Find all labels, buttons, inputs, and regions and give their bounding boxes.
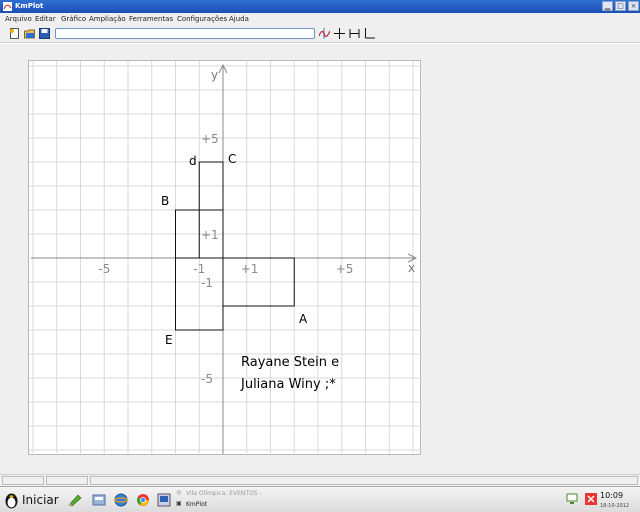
task-kmplot[interactable]: ▣ KmPlot [176, 500, 296, 511]
x-axis-label: x [408, 261, 415, 275]
status-cell-1 [2, 476, 44, 485]
note-line-1: Rayane Stein e [241, 355, 339, 370]
x-tick-label: -5 [98, 262, 110, 276]
x-tick-label: +5 [336, 262, 354, 276]
alert-tray-icon[interactable] [584, 492, 598, 506]
tick-labels: -5 -1 +1 +5 +5 +1 -1 -5 [98, 132, 353, 386]
minimize-button[interactable]: ▁ [602, 1, 613, 11]
point-label-c: C [228, 152, 236, 166]
menu-ferramentas[interactable]: Ferramentas [129, 15, 173, 23]
open-file-icon[interactable] [24, 28, 35, 39]
taskbar: Iniciar ◍ Vila Olímpica: EVENTOS - ▣ KmP… [0, 486, 640, 512]
plot-function-icon[interactable] [319, 28, 330, 39]
axes-l-icon[interactable] [364, 28, 375, 39]
menu-ampliacao[interactable]: Ampliação [89, 15, 126, 23]
quicklaunch-globe-icon[interactable] [114, 493, 128, 507]
close-button[interactable]: × [628, 1, 639, 11]
point-label-b: B [161, 194, 169, 208]
y-tick-label: +1 [201, 228, 219, 242]
save-file-icon[interactable] [39, 28, 50, 39]
y-tick-label: -1 [201, 276, 213, 290]
network-tray-icon[interactable] [565, 492, 579, 506]
task-kmplot-label: KmPlot [186, 501, 208, 508]
start-button[interactable]: Iniciar [0, 488, 62, 512]
rectangles [175, 161, 295, 331]
plot-area[interactable]: x y -5 -1 +1 +5 +5 +1 -1 -5 A B C d E Rayane St… [28, 60, 422, 456]
menu-ajuda[interactable]: Ajuda [229, 15, 249, 23]
browser-task-icon: ◍ [176, 489, 182, 496]
start-label: Iniciar [22, 493, 59, 507]
kmplot-window: KmPlot ▁ □ × Arquivo Editar Gráfico Ampl… [0, 0, 640, 512]
quicklaunch-files-icon[interactable] [92, 493, 106, 507]
point-label-d: d [189, 154, 197, 168]
x-tick-label: +1 [241, 262, 259, 276]
new-file-icon[interactable] [9, 28, 20, 39]
window-title: KmPlot [15, 2, 44, 10]
crosshair-icon[interactable] [334, 28, 345, 39]
kmplot-app-icon [3, 2, 12, 11]
menu-editar[interactable]: Editar [35, 15, 56, 23]
menu-grafico[interactable]: Gráfico [61, 15, 86, 23]
y-tick-label: +5 [201, 132, 219, 146]
penguin-icon [5, 493, 18, 509]
note-line-2: Juliana Winy ;* [240, 377, 336, 392]
clock-time[interactable]: 10:09 [600, 491, 623, 500]
y-axis-label: y [211, 68, 218, 82]
axes-mode-icon[interactable] [349, 28, 360, 39]
status-cell-3 [90, 476, 638, 485]
quicklaunch-pencil-icon[interactable] [68, 493, 82, 507]
status-bar [0, 474, 640, 486]
toolbar [0, 25, 640, 43]
menu-arquivo[interactable]: Arquivo [5, 15, 32, 23]
task-browser-label: Vila Olímpica: EVENTOS - [186, 490, 262, 497]
x-tick-label: -1 [193, 262, 205, 276]
quicklaunch-chrome-icon[interactable] [136, 493, 150, 507]
kmplot-task-icon: ▣ [176, 500, 182, 507]
title-bar[interactable]: KmPlot ▁ □ × [0, 0, 640, 13]
function-input[interactable] [55, 28, 315, 39]
y-tick-label: -5 [201, 372, 213, 386]
menu-bar: Arquivo Editar Gráfico Ampliação Ferrame… [0, 13, 640, 25]
status-cell-2 [46, 476, 88, 485]
menu-configuracoes[interactable]: Configurações [177, 15, 227, 23]
quicklaunch-monitor-icon[interactable] [157, 493, 171, 507]
maximize-button[interactable]: □ [615, 1, 626, 11]
point-label-a: A [299, 312, 308, 326]
point-label-e: E [165, 333, 173, 347]
task-browser[interactable]: ◍ Vila Olímpica: EVENTOS - [176, 489, 296, 500]
clock-date: 18-10-2012 [600, 503, 630, 509]
coordinate-plane: x y -5 -1 +1 +5 +5 +1 -1 -5 A B C d E Rayane St… [29, 61, 422, 456]
